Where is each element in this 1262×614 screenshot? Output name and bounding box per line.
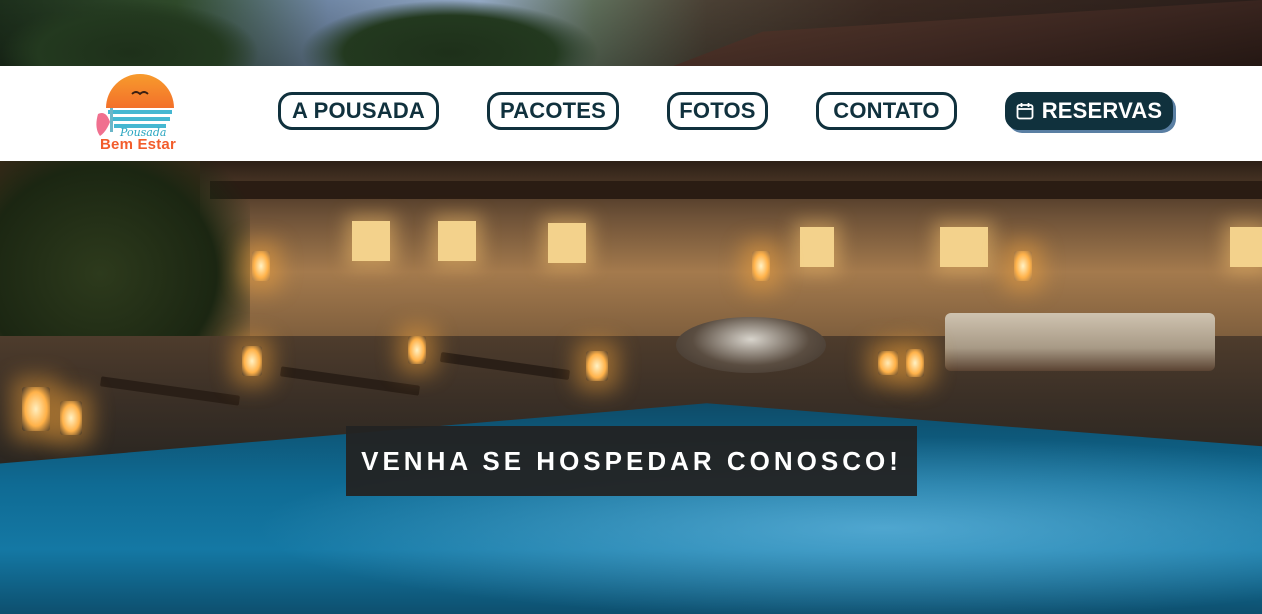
logo-wordmark: Bem Estar xyxy=(100,136,177,153)
lit-window xyxy=(352,221,390,261)
lit-window xyxy=(940,227,988,267)
site-header: Pousada Bem Estar A POUSADA PACOTES FOTO… xyxy=(0,66,1262,161)
roof-shape xyxy=(673,0,1262,66)
lantern xyxy=(586,351,608,381)
hero-banner: VENHA SE HOSPEDAR CONOSCO! xyxy=(0,161,1262,614)
lit-window xyxy=(438,221,476,261)
nav-fotos[interactable]: FOTOS xyxy=(667,92,768,130)
lit-window xyxy=(548,223,586,263)
lit-window xyxy=(1230,227,1262,267)
lantern xyxy=(878,351,898,375)
nav-contato[interactable]: CONTATO xyxy=(816,92,957,130)
lantern xyxy=(906,349,924,377)
lantern xyxy=(22,387,50,431)
wall-lamp xyxy=(752,251,770,281)
round-daybed xyxy=(676,317,826,373)
lantern xyxy=(242,346,262,376)
nav-pacotes[interactable]: PACOTES xyxy=(487,92,619,130)
wall-lamp xyxy=(252,251,270,281)
reservations-button[interactable]: RESERVAS xyxy=(1005,92,1173,130)
roof-eave xyxy=(210,181,1262,199)
hero-photo-top xyxy=(0,0,1262,66)
palm-tree-silhouette xyxy=(300,0,600,66)
lantern xyxy=(408,336,426,364)
lantern xyxy=(60,401,82,435)
lit-window xyxy=(800,227,834,267)
wall-lamp xyxy=(1014,251,1032,281)
reservations-label: RESERVAS xyxy=(1041,98,1163,123)
nav-a-pousada[interactable]: A POUSADA xyxy=(278,92,439,130)
hero-caption: VENHA SE HOSPEDAR CONOSCO! xyxy=(346,426,917,496)
calendar-icon xyxy=(1016,103,1034,120)
palm-tree-silhouette xyxy=(0,0,260,66)
outdoor-sofa xyxy=(945,313,1215,371)
